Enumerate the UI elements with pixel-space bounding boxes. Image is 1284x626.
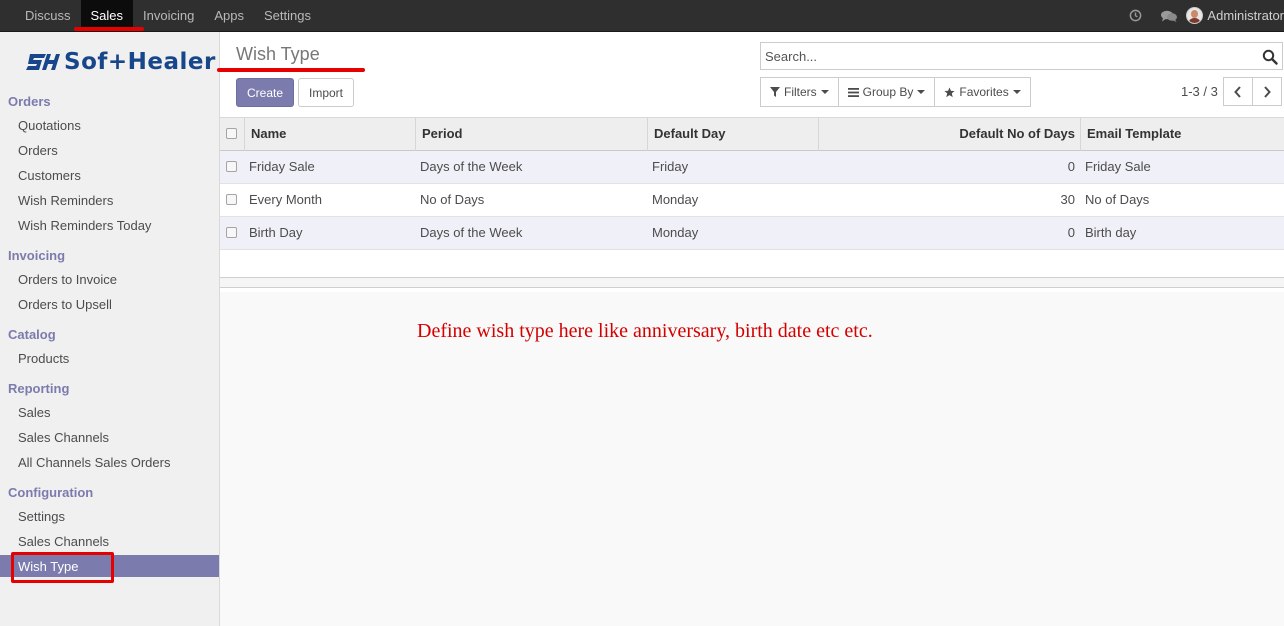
bars-icon [847,87,859,97]
caret-down-icon [1012,90,1021,94]
sidebar-item-sales[interactable]: Sales [18,405,51,420]
sidebar-item-quotations[interactable]: Quotations [18,118,81,133]
cell-default-day: Monday [652,225,699,240]
cell-default-day: Friday [652,159,689,174]
chevron-left-icon [1234,85,1241,98]
cell-period: No of Days [420,192,485,207]
filters-label: Filters [784,85,817,99]
sidebar-item-all-channels-sales-orders[interactable]: All Channels Sales Orders [18,455,170,470]
messages-chat-icon[interactable] [1152,0,1186,31]
menu-discuss[interactable]: Discuss [15,0,81,31]
chevron-right-icon [1264,85,1271,98]
pager-next-button[interactable] [1252,77,1282,106]
cell-default-no-of-days: 30 [1060,192,1075,207]
pager-previous-button[interactable] [1223,77,1253,106]
sidebar-item-orders-to-invoice[interactable]: Orders to Invoice [18,272,117,287]
cell-email-template: No of Days [1085,192,1150,207]
cell-default-no-of-days: 0 [1067,225,1075,240]
sidebar-item-config-sales-channels[interactable]: Sales Channels [18,534,109,549]
filter-funnel-icon [770,87,780,97]
cell-period: Days of the Week [420,159,523,174]
cell-name: Birth Day [249,225,303,240]
highlight-underline-sales [74,27,144,31]
cell-period: Days of the Week [420,225,523,240]
section-orders: Orders [8,94,51,109]
favorites-label: Favorites [959,85,1009,99]
logo-brand-text: Sof+Healer [64,49,216,75]
table-empty-row [220,250,1284,277]
table-row[interactable]: Friday Sale Days of the Week Friday 0 Fr… [220,151,1284,184]
highlight-underline-title [217,68,365,72]
sidebar-item-customers[interactable]: Customers [18,168,81,183]
column-header-default-no-of-days[interactable]: Default No of Days [818,118,1081,151]
create-button[interactable]: Create [236,78,294,107]
star-icon [944,86,955,98]
sidebar-item-wish-reminders-today[interactable]: Wish Reminders Today [18,218,151,233]
caret-down-icon [917,90,926,94]
cell-default-no-of-days: 0 [1067,159,1075,174]
table-footer [220,277,1284,288]
sidebar-item-products[interactable]: Products [18,351,69,366]
menu-invoicing[interactable]: Invoicing [133,0,204,31]
cell-email-template: Birth day [1085,225,1137,240]
cell-email-template: Friday Sale [1085,159,1151,174]
section-configuration: Configuration [8,485,94,500]
groupby-dropdown[interactable]: Group By [837,77,936,107]
sidebar-item-wish-reminders[interactable]: Wish Reminders [18,193,113,208]
row-checkbox[interactable] [226,194,237,205]
column-header-default-day[interactable]: Default Day [647,118,819,151]
cell-name: Every Month [249,192,322,207]
menu-settings[interactable]: Settings [254,0,321,31]
sidebar: Sof+Healer Orders Quotations Orders Cust… [0,32,220,626]
search-icon[interactable] [1262,49,1278,65]
annotation-note: Define wish type here like anniversary, … [417,320,873,342]
caret-down-icon [820,90,829,94]
sidebar-item-orders[interactable]: Orders [18,143,58,158]
section-invoicing: Invoicing [8,248,66,263]
control-panel: Wish Type Create Import Filters Group By… [220,32,1284,117]
systray: Administrator [1118,0,1284,31]
column-header-email-template[interactable]: Email Template [1080,118,1284,151]
user-name[interactable]: Administrator [1207,8,1284,23]
column-header-period[interactable]: Period [415,118,648,151]
row-checkbox[interactable] [226,227,237,238]
section-reporting: Reporting [8,381,70,396]
section-catalog: Catalog [8,327,56,342]
top-navbar: Discuss Sales Invoicing Apps Settings Ad… [0,0,1284,32]
cell-default-day: Monday [652,192,699,207]
search-options-bar: Filters Group By Favorites [760,77,1031,107]
filters-dropdown[interactable]: Filters [760,77,839,107]
sidebar-item-orders-to-upsell[interactable]: Orders to Upsell [18,297,112,312]
column-header-name[interactable]: Name [244,118,416,151]
search-box [760,42,1283,70]
table-row[interactable]: Birth Day Days of the Week Monday 0 Birt… [220,217,1284,250]
table-row[interactable]: Every Month No of Days Monday 30 No of D… [220,184,1284,217]
groupby-label: Group By [862,85,914,99]
sidebar-item-sales-channels[interactable]: Sales Channels [18,430,109,445]
logo-mark-icon [26,54,60,70]
menu-apps[interactable]: Apps [204,0,254,31]
main-content: Wish Type Create Import Filters Group By… [220,32,1284,626]
softhealer-logo: Sof+Healer [26,49,216,75]
activity-clock-icon[interactable] [1118,0,1152,31]
cell-name: Friday Sale [249,159,315,174]
app-menu: Discuss Sales Invoicing Apps Settings [15,0,321,31]
pager-value[interactable]: 1-3 / 3 [1181,84,1218,99]
table-header: Name Period Default Day Default No of Da… [220,117,1284,151]
import-button[interactable]: Import [298,78,354,107]
highlight-box-wish-type [11,552,114,583]
page-title: Wish Type [236,44,320,64]
favorites-dropdown[interactable]: Favorites [934,77,1031,107]
sidebar-item-settings[interactable]: Settings [18,509,65,524]
user-avatar[interactable] [1186,7,1204,24]
select-all-checkbox[interactable] [226,128,237,139]
search-input[interactable] [765,47,1245,66]
row-checkbox[interactable] [226,161,237,172]
